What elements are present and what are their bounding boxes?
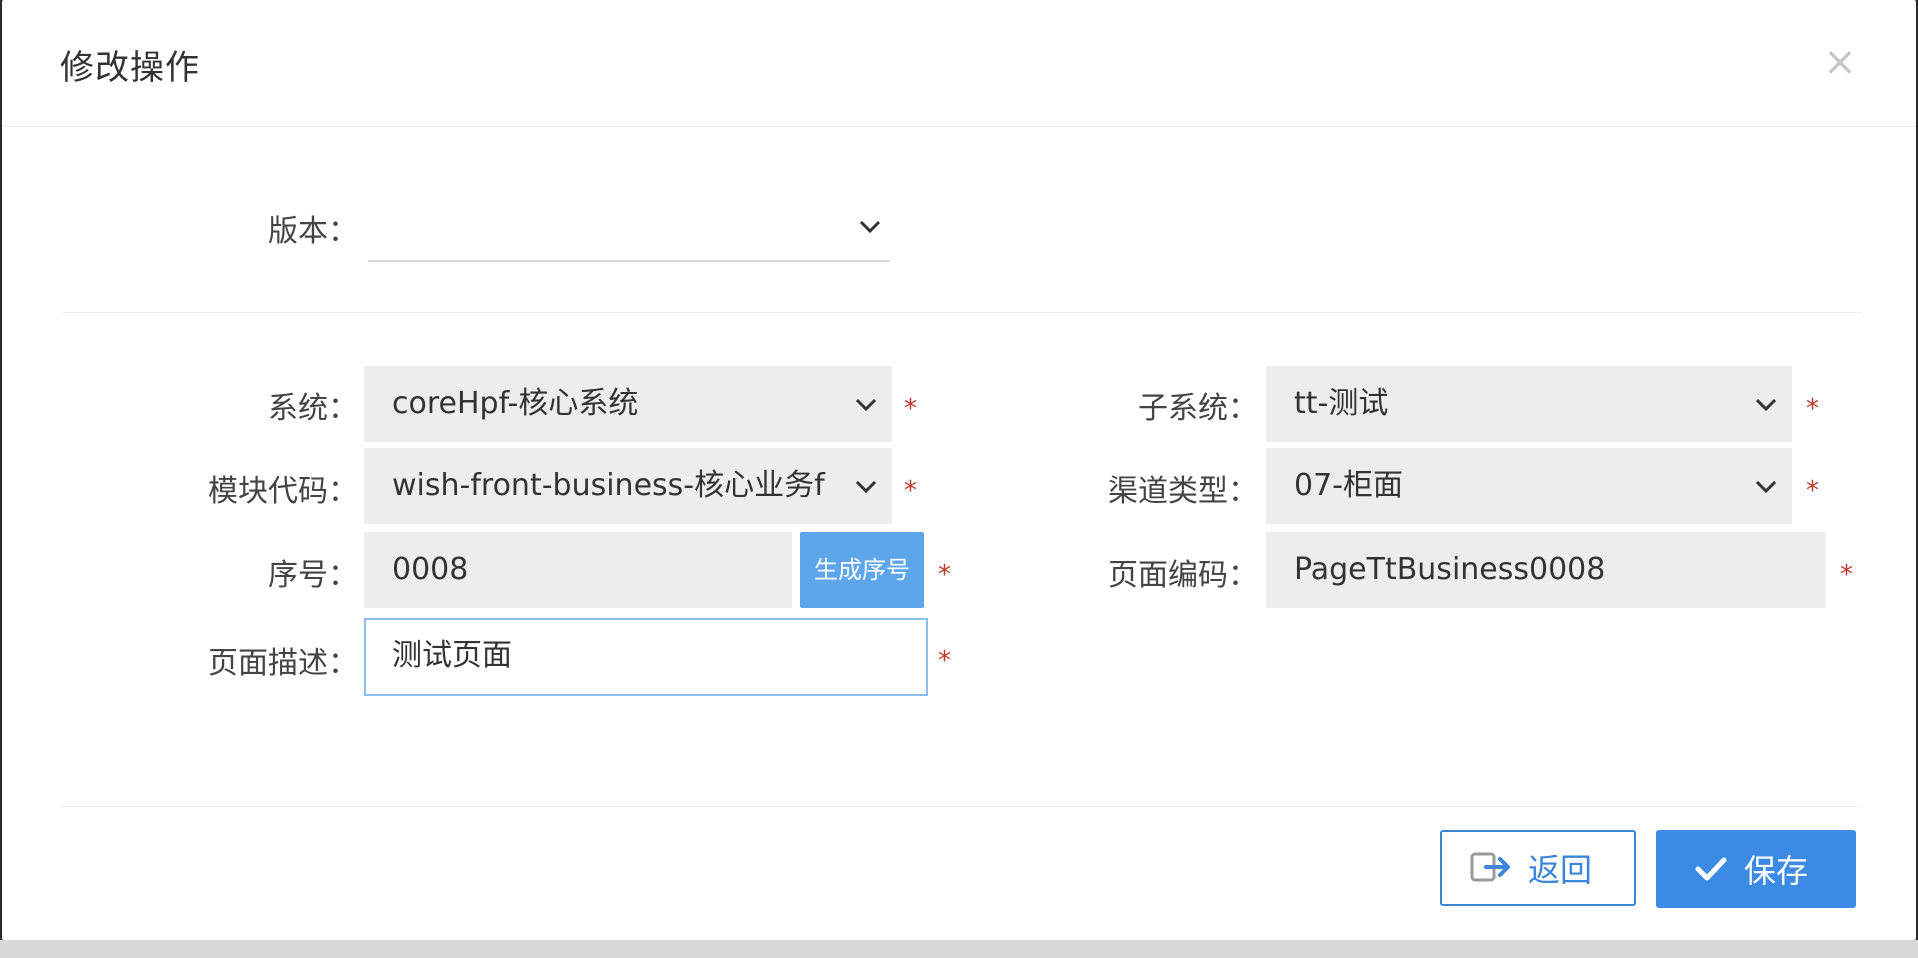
footer-divider [62,806,1862,807]
channel-type-label: 渠道类型： [1108,474,1258,509]
subsystem-label: 子系统： [1138,391,1258,426]
back-button[interactable]: 返回 [1440,830,1636,906]
chevron-down-icon [855,480,877,494]
chevron-down-icon [1755,480,1777,494]
sequence-input[interactable]: 0008 [364,532,792,608]
chevron-down-icon [855,398,877,412]
generate-sequence-button[interactable]: 生成序号 [800,532,924,608]
required-mark: * [938,560,951,590]
page-backdrop [0,940,1918,958]
edit-dialog: 修改操作 × 版本： 系统： coreHpf-核心系统 * 子系统： tt-测试… [2,0,1916,940]
return-icon [1470,852,1510,882]
dialog-title: 修改操作 [60,48,200,88]
required-mark: * [904,394,917,424]
system-label: 系统： [268,391,358,426]
sequence-label: 序号： [268,558,358,593]
required-mark: * [1840,560,1853,590]
module-code-label: 模块代码： [208,474,358,509]
channel-type-select[interactable]: 07-柜面 [1266,448,1792,524]
system-select[interactable]: coreHpf-核心系统 [364,366,892,442]
close-icon[interactable]: × [1820,42,1860,82]
back-button-label: 返回 [1528,851,1593,889]
channel-type-value: 07-柜面 [1294,468,1403,503]
page-desc-input[interactable]: 测试页面 [364,618,928,696]
section-divider [62,312,1862,313]
chevron-down-icon [859,220,881,234]
dialog-header: 修改操作 × [2,0,1916,127]
chevron-down-icon [1755,398,1777,412]
subsystem-value: tt-测试 [1294,386,1389,421]
module-code-value: wish-front-business-核心业务f [392,468,825,503]
page-code-input[interactable]: PageTtBusiness0008 [1266,532,1826,608]
version-label: 版本： [268,214,358,249]
page-desc-label: 页面描述： [208,646,358,681]
version-select[interactable] [368,192,890,262]
save-button-label: 保存 [1744,852,1809,890]
check-icon [1695,857,1727,881]
module-code-select[interactable]: wish-front-business-核心业务f [364,448,892,524]
required-mark: * [1806,476,1819,506]
page-code-label: 页面编码： [1108,558,1258,593]
system-value: coreHpf-核心系统 [392,386,639,421]
required-mark: * [1806,394,1819,424]
subsystem-select[interactable]: tt-测试 [1266,366,1792,442]
required-mark: * [938,646,951,676]
required-mark: * [904,476,917,506]
save-button[interactable]: 保存 [1656,830,1856,908]
